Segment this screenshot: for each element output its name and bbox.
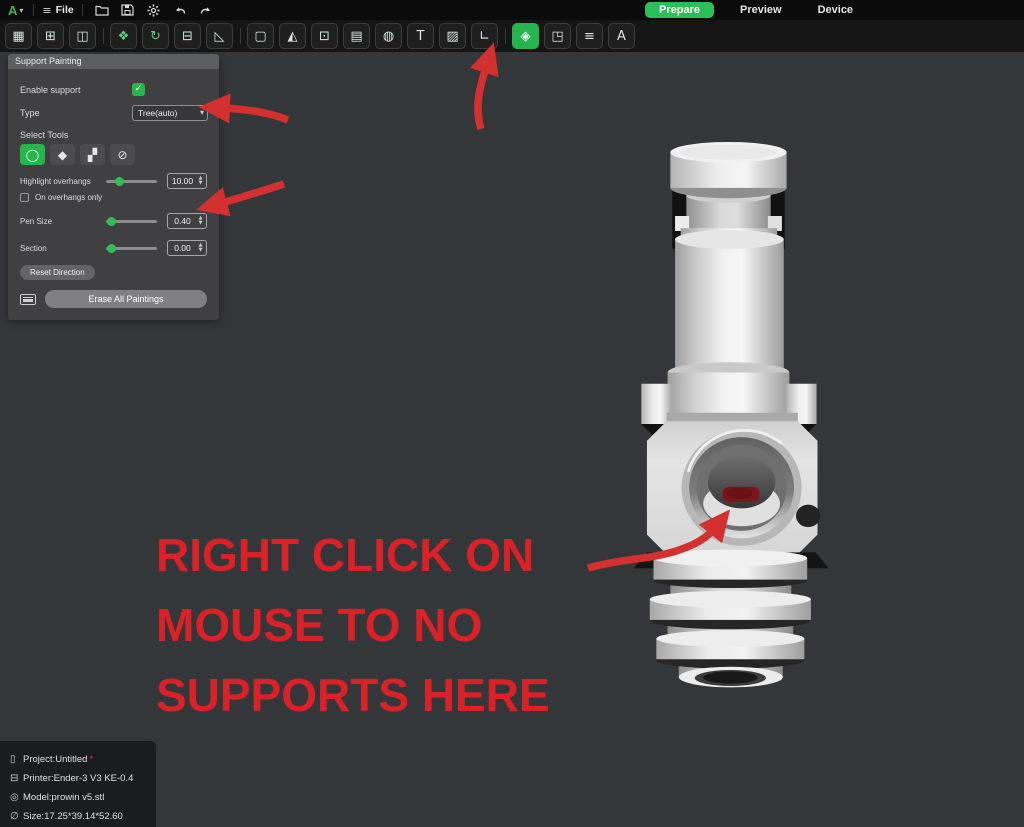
divider xyxy=(240,28,241,44)
divider xyxy=(505,28,506,44)
support-type-dropdown[interactable]: Tree(auto) xyxy=(132,105,208,121)
divider xyxy=(33,4,35,16)
model-icon: ◎ xyxy=(10,792,19,803)
project-row: ▯ Project:Untitled * xyxy=(10,750,146,769)
spinner-arrows[interactable]: ▲ ▼ xyxy=(197,243,206,253)
open-folder-icon[interactable] xyxy=(91,2,113,18)
annotation-line-1: RIGHT CLICK ON xyxy=(156,529,535,581)
slider-thumb[interactable] xyxy=(114,176,124,186)
chevron-down-icon[interactable]: ▾ xyxy=(19,6,23,15)
divider xyxy=(103,28,104,44)
printer-icon: ⊟ xyxy=(10,773,19,784)
select-tools-label: Select Tools xyxy=(20,130,69,140)
tool-buttons: ◯ ◆ ▞ ⊘ xyxy=(20,144,207,165)
enable-support-label: Enable support xyxy=(20,84,81,95)
add-plate-icon[interactable]: ◫ xyxy=(69,23,96,49)
fill-bucket-tool[interactable]: ◆ xyxy=(50,144,75,165)
size-row: ∅ Size:17.25*39.14*52.60 xyxy=(10,807,146,826)
save-icon[interactable] xyxy=(117,2,139,18)
text-frame-icon[interactable]: A xyxy=(608,23,635,49)
highlight-overhangs-value: 10.00 xyxy=(171,176,194,186)
printer-value: Printer:Ender-3 V3 KE-0.4 xyxy=(23,773,134,784)
reset-direction-button[interactable]: Reset Direction xyxy=(20,265,95,280)
project-info-box: ▯ Project:Untitled * ⊟ Printer:Ender-3 V… xyxy=(0,741,156,827)
file-menu[interactable]: File xyxy=(56,4,74,16)
app-logo[interactable]: A xyxy=(8,3,17,18)
printer-row: ⊟ Printer:Ender-3 V3 KE-0.4 xyxy=(10,769,146,788)
add-model-icon[interactable]: ⊞ xyxy=(37,23,64,49)
main-toolbar: ▦ ⊞ ◫ ❖ ↻ ⊟ ◺ ▢ ◭ ⊡ ▤ ◍ T ▨ ∟ ◈ ◳ ≡ A xyxy=(0,20,1024,52)
layers-icon[interactable]: ≡ xyxy=(576,23,603,49)
plate-settings-icon[interactable]: ▦ xyxy=(5,23,32,49)
scale-icon[interactable]: ⊟ xyxy=(174,23,201,49)
pattern-paint-icon[interactable]: ▨ xyxy=(439,23,466,49)
eraser-tool[interactable]: ⊘ xyxy=(110,144,135,165)
keyboard-shortcuts-icon[interactable] xyxy=(20,293,36,305)
support-paint-icon[interactable]: ◈ xyxy=(512,23,539,49)
spinner-arrows[interactable]: ▲ ▼ xyxy=(197,216,206,226)
pen-size-value: 0.40 xyxy=(174,216,191,226)
highlight-overhangs-label: Highlight overhangs xyxy=(20,176,91,186)
on-overhangs-only-label: On overhangs only xyxy=(35,193,103,202)
hamburger-menu-icon[interactable]: ≡ xyxy=(42,4,51,17)
split-icon[interactable]: ▤ xyxy=(343,23,370,49)
seam-paint-icon[interactable]: ◳ xyxy=(544,23,571,49)
document-icon: ▯ xyxy=(10,754,16,765)
lay-on-face-icon[interactable]: ◺ xyxy=(206,23,233,49)
measure-icon[interactable]: ∟ xyxy=(471,23,498,49)
tab-prepare[interactable]: Prepare xyxy=(645,2,714,18)
mirror-icon[interactable]: ◭ xyxy=(279,23,306,49)
gap-fill-tool[interactable]: ▞ xyxy=(80,144,105,165)
mode-tabs: Prepare Preview Device xyxy=(645,2,863,18)
slider-thumb[interactable] xyxy=(107,216,117,226)
divider xyxy=(81,4,83,16)
support-painting-panel: Support Painting Enable support ✓ Type T… xyxy=(8,54,219,320)
unsaved-indicator: * xyxy=(89,754,94,765)
section-value: 0.00 xyxy=(174,243,191,253)
section-spinbox[interactable]: 0.00 ▲ ▼ xyxy=(167,240,207,256)
section-slider[interactable] xyxy=(106,243,161,254)
highlight-overhangs-slider[interactable] xyxy=(106,176,161,187)
slider-thumb[interactable] xyxy=(107,243,117,253)
settings-gear-icon[interactable] xyxy=(143,2,165,18)
sphere-brush-tool[interactable]: ◯ xyxy=(20,144,45,165)
annotation-line-2: MOUSE TO NO xyxy=(156,599,483,651)
annotation-text: RIGHT CLICK ON MOUSE TO NO SUPPORTS HERE xyxy=(156,520,550,730)
move-icon[interactable]: ❖ xyxy=(110,23,137,49)
model-row: ◎ Model:prowin v5.stl xyxy=(10,788,146,807)
slider-track xyxy=(106,179,157,183)
enable-support-checkbox[interactable]: ✓ xyxy=(132,83,145,96)
tab-preview[interactable]: Preview xyxy=(730,2,792,18)
text-tool-icon[interactable]: T xyxy=(407,23,434,49)
spinner-arrows[interactable]: ▲ ▼ xyxy=(197,176,206,186)
pen-size-slider[interactable] xyxy=(106,216,161,227)
auto-arrange-icon[interactable]: ▢ xyxy=(247,23,274,49)
menu-bar: A ▾ ≡ File Prepare Preview Device xyxy=(0,0,1024,20)
annotation-line-3: SUPPORTS HERE xyxy=(156,669,550,721)
clone-icon[interactable]: ⊡ xyxy=(311,23,338,49)
panel-title[interactable]: Support Painting xyxy=(8,54,219,69)
size-icon: ∅ xyxy=(10,811,19,822)
type-label: Type xyxy=(20,108,40,118)
slicer-app-window: A ▾ ≡ File Prepare Preview Device ▦ ⊞ ◫ xyxy=(0,0,1024,827)
pen-size-label: Pen Size xyxy=(20,216,53,226)
section-label: Section xyxy=(20,243,47,253)
on-overhangs-only-checkbox[interactable] xyxy=(20,193,29,202)
erase-all-paintings-button[interactable]: Erase All Paintings xyxy=(45,290,207,308)
size-value: Size:17.25*39.14*52.60 xyxy=(23,811,123,822)
model-value: Model:prowin v5.stl xyxy=(23,792,105,803)
viewport-canvas[interactable]: Support Painting Enable support ✓ Type T… xyxy=(0,52,1024,827)
highlight-overhangs-spinbox[interactable]: 10.00 ▲ ▼ xyxy=(167,173,207,189)
cut-icon[interactable]: ◍ xyxy=(375,23,402,49)
rotate-icon[interactable]: ↻ xyxy=(142,23,169,49)
project-value: Project:Untitled xyxy=(23,754,88,765)
pen-size-spinbox[interactable]: 0.40 ▲ ▼ xyxy=(167,213,207,229)
tab-device[interactable]: Device xyxy=(808,2,863,18)
undo-icon[interactable] xyxy=(169,2,191,18)
redo-icon[interactable] xyxy=(195,2,217,18)
